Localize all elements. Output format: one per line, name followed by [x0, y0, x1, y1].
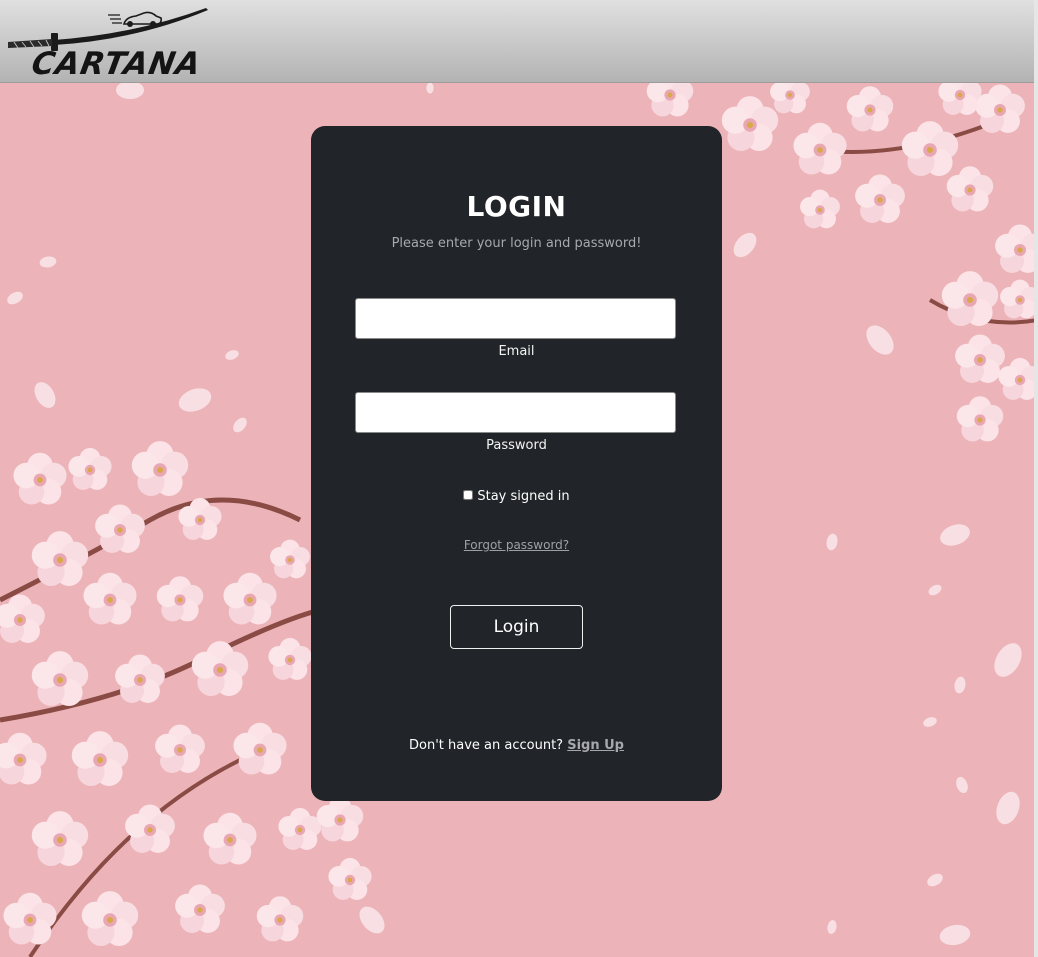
forgot-password-link[interactable]: Forgot password? — [311, 538, 722, 552]
stay-signed-in-label[interactable]: Stay signed in — [477, 489, 569, 504]
header-bar: CARTANA — [0, 0, 1038, 83]
login-title: LOGIN — [466, 190, 567, 223]
scrollbar-edge — [1034, 0, 1038, 957]
signup-prompt: Don't have an account? — [409, 738, 568, 753]
password-label: Password — [486, 438, 547, 453]
login-button[interactable]: Login — [450, 605, 583, 649]
login-subtitle: Please enter your login and password! — [391, 236, 642, 251]
stay-signed-in-row: Stay signed in — [311, 489, 722, 504]
email-input[interactable] — [355, 298, 676, 339]
cartana-logo[interactable]: CARTANA — [6, 6, 212, 82]
signup-row: Don't have an account? Sign Up — [311, 738, 722, 753]
password-input[interactable] — [355, 392, 676, 433]
login-card: LOGIN Please enter your login and passwo… — [311, 126, 722, 801]
signup-link[interactable]: Sign Up — [567, 738, 624, 753]
stay-signed-in-checkbox[interactable] — [463, 490, 474, 500]
email-label: Email — [498, 344, 535, 359]
logo-text: CARTANA — [28, 46, 205, 82]
